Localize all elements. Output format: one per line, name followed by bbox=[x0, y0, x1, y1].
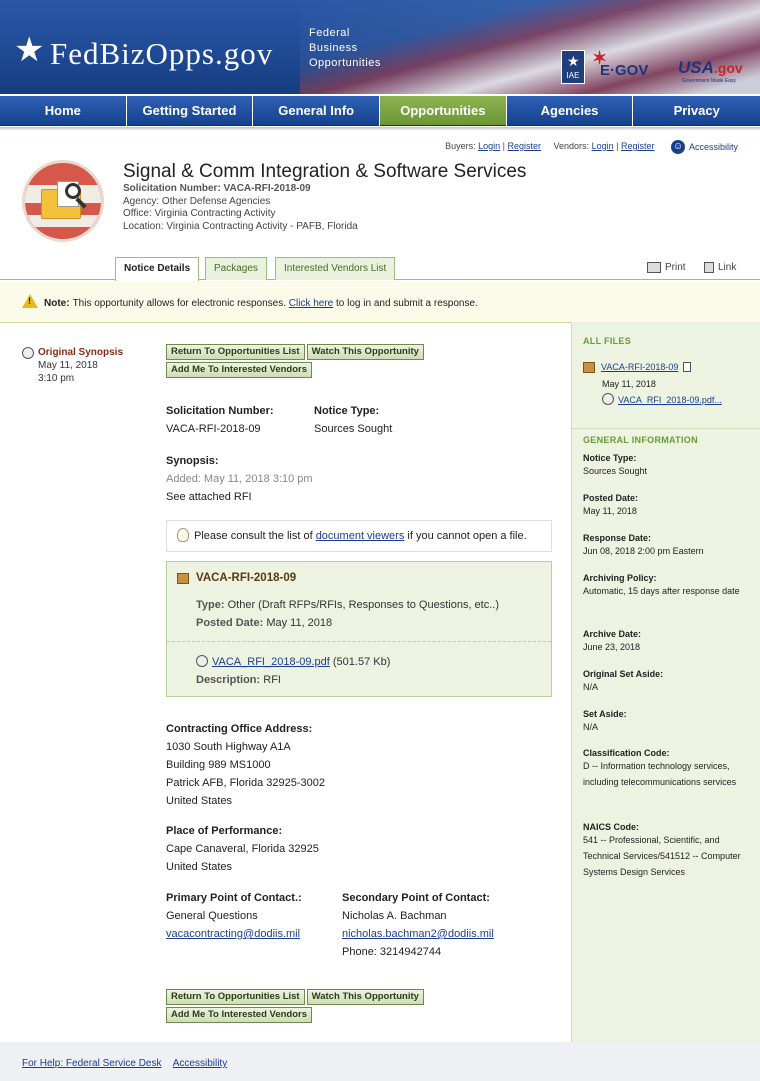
main-content: Buyers: Login | Register Vendors: Login … bbox=[0, 130, 760, 1042]
primary-email-link[interactable]: vacacontracting@dodiis.mil bbox=[166, 928, 300, 940]
click-here-link[interactable]: Click here bbox=[289, 298, 333, 309]
file-package-title: VACA-RFI-2018-09 bbox=[177, 572, 296, 584]
contracting-office-address: Contracting Office Address: 1030 South H… bbox=[166, 723, 325, 807]
pdf-file-link[interactable]: VACA_RFI_2018-09.pdf bbox=[212, 656, 330, 668]
info-original-set-aside: Original Set Aside: N/A bbox=[583, 669, 664, 692]
iae-logo[interactable]: ★ IAE bbox=[561, 50, 585, 84]
sidebar-file-link[interactable]: VACA-RFI-2018-09 bbox=[601, 359, 678, 375]
main-nav: Home Getting Started General Info Opport… bbox=[0, 94, 760, 127]
notice-banner: Note:This opportunity allows for electro… bbox=[0, 281, 760, 323]
site-banner: ★ FedBizOpps.gov Federal Business Opport… bbox=[0, 0, 760, 94]
usagov-logo[interactable]: USA.gov Government Made Easy bbox=[678, 58, 743, 84]
tab-interested-vendors[interactable]: Interested Vendors List bbox=[275, 257, 396, 280]
original-synopsis-link[interactable]: Original Synopsis bbox=[22, 346, 123, 359]
nav-agencies[interactable]: Agencies bbox=[506, 96, 633, 126]
federal-service-desk-link[interactable]: For Help: Federal Service Desk bbox=[22, 1058, 162, 1069]
document-viewer-tip: Please consult the list of document view… bbox=[166, 520, 552, 552]
magnifier-icon bbox=[602, 393, 614, 405]
print-button[interactable]: Print bbox=[647, 262, 686, 273]
info-classification-code: Classification Code: D -- Information tec… bbox=[583, 748, 737, 787]
package-icon bbox=[177, 572, 189, 584]
info-set-aside: Set Aside: N/A bbox=[583, 709, 627, 732]
opportunity-summary: Solicitation Number: VACA-RFI-2018-09 Ag… bbox=[123, 183, 358, 232]
synopsis-sidebar: Original Synopsis May 11, 2018 3:10 pm bbox=[22, 346, 123, 385]
general-info-heading: GENERAL INFORMATION bbox=[583, 435, 698, 445]
star-icon: ★ bbox=[14, 31, 45, 69]
action-buttons-top: Return To Opportunities List Watch This O… bbox=[166, 343, 466, 379]
vendors-register-link[interactable]: Register bbox=[621, 141, 655, 151]
info-archive-date: Archive Date: June 23, 2018 bbox=[583, 629, 642, 652]
accessibility-icon[interactable]: ☺ bbox=[670, 140, 685, 154]
magnifier-icon bbox=[22, 346, 34, 359]
synopsis: Synopsis: Added: May 11, 2018 3:10 pm Se… bbox=[166, 455, 313, 503]
all-files-heading: ALL FILES bbox=[583, 336, 632, 346]
return-to-list-button[interactable]: Return To Opportunities List bbox=[166, 344, 305, 360]
info-naics-code: NAICS Code: 541 -- Professional, Scientif… bbox=[583, 822, 741, 877]
vendors-login-link[interactable]: Login bbox=[592, 141, 614, 151]
tab-bar: Notice Details Packages Interested Vendo… bbox=[0, 256, 760, 281]
action-buttons-bottom: Return To Opportunities List Watch This O… bbox=[166, 988, 466, 1024]
warning-icon bbox=[22, 294, 38, 308]
accessibility-link[interactable]: Accessibility bbox=[689, 142, 738, 152]
nav-privacy[interactable]: Privacy bbox=[633, 96, 760, 126]
package-icon bbox=[583, 361, 595, 373]
lightbulb-icon bbox=[177, 528, 189, 542]
nav-home[interactable]: Home bbox=[0, 96, 126, 126]
magnifier-icon bbox=[65, 183, 81, 199]
primary-contact: Primary Point of Contact.: General Quest… bbox=[166, 892, 302, 940]
document-icon[interactable] bbox=[683, 362, 692, 372]
link-icon bbox=[704, 262, 714, 273]
tab-packages[interactable]: Packages bbox=[205, 257, 267, 280]
return-to-list-button[interactable]: Return To Opportunities List bbox=[166, 989, 305, 1005]
info-posted-date: Posted Date: May 11, 2018 bbox=[583, 493, 639, 516]
file-package: VACA-RFI-2018-09 Type: Other (Draft RFPs… bbox=[166, 561, 552, 697]
opportunity-emblem bbox=[22, 160, 104, 242]
place-of-performance: Place of Performance: Cape Canaveral, Fl… bbox=[166, 825, 319, 873]
nav-opportunities[interactable]: Opportunities bbox=[380, 96, 506, 126]
star-icon: ★ bbox=[567, 53, 580, 69]
site-subtitle: Federal Business Opportunities bbox=[309, 27, 381, 69]
watch-opportunity-button[interactable]: Watch This Opportunity bbox=[306, 344, 424, 360]
buyers-register-link[interactable]: Register bbox=[508, 141, 542, 151]
footer: For Help: Federal Service Desk Accessibi… bbox=[22, 1058, 236, 1069]
info-notice-type: Notice Type: Sources Sought bbox=[583, 453, 648, 476]
document-viewers-link[interactable]: document viewers bbox=[316, 530, 405, 542]
footer-accessibility-link[interactable]: Accessibility bbox=[173, 1058, 227, 1069]
link-button[interactable]: Link bbox=[704, 262, 736, 273]
user-links: Buyers: Login | Register Vendors: Login … bbox=[445, 140, 738, 154]
printer-icon bbox=[647, 262, 661, 273]
secondary-contact: Secondary Point of Contact: Nicholas A. … bbox=[342, 892, 494, 958]
notice-type: Notice Type: Sources Sought bbox=[314, 405, 393, 435]
sidebar-pdf-link[interactable]: VACA_RFI_2018-09.pdf... bbox=[618, 395, 722, 405]
solicitation-number: Solicitation Number: VACA-RFI-2018-09 bbox=[166, 405, 274, 435]
tab-notice-details[interactable]: Notice Details bbox=[115, 257, 200, 281]
magnifier-icon bbox=[196, 655, 208, 667]
site-logo[interactable]: FedBizOpps.gov bbox=[50, 36, 273, 72]
info-response-date: Response Date: Jun 08, 2018 2:00 pm Easte… bbox=[583, 533, 704, 556]
page-title: Signal & Comm Integration & Software Ser… bbox=[123, 161, 527, 182]
buyers-login-link[interactable]: Login bbox=[478, 141, 500, 151]
star-icon: ✶ bbox=[592, 48, 608, 68]
watch-opportunity-button[interactable]: Watch This Opportunity bbox=[306, 989, 424, 1005]
nav-getting-started[interactable]: Getting Started bbox=[126, 96, 253, 126]
secondary-email-link[interactable]: nicholas.bachman2@dodiis.mil bbox=[342, 928, 494, 940]
right-sidebar: ALL FILES VACA-RFI-2018-09 May 11, 2018 … bbox=[571, 322, 760, 1042]
info-archiving-policy: Archiving Policy: Automatic, 15 days afte… bbox=[583, 573, 740, 596]
add-interested-vendor-button[interactable]: Add Me To Interested Vendors bbox=[166, 1007, 313, 1023]
egov-logo[interactable]: ✶ E·GOV bbox=[592, 48, 648, 79]
add-interested-vendor-button[interactable]: Add Me To Interested Vendors bbox=[166, 362, 313, 378]
nav-general-info[interactable]: General Info bbox=[253, 96, 380, 126]
